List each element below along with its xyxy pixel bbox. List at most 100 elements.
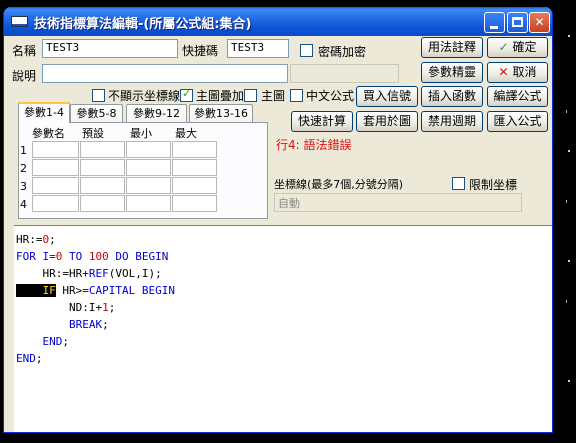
compile-label: 編譯公式 [493, 89, 542, 103]
code-line[interactable]: FOR I=0 TO 100 DO BEGIN [14, 248, 552, 265]
title-bar[interactable]: 技術指標算法編輯-(所屬公式組:集合) ✕ [4, 7, 552, 36]
checkbox-icon [244, 89, 257, 102]
header-min: 最小 [130, 127, 152, 140]
code-token: 100 [88, 250, 109, 263]
check-icon: ✓ [498, 40, 509, 54]
tab-params-1-4[interactable]: 參數1-4 [18, 102, 70, 123]
param-min-cell[interactable] [126, 177, 171, 194]
chart-dot [568, 380, 570, 382]
code-line[interactable]: ND:I+1; [14, 299, 552, 316]
app-icon [11, 16, 28, 27]
quick-calc-button[interactable]: 快速計算 [291, 111, 353, 132]
code-line[interactable]: END; [14, 350, 552, 367]
password-checkbox[interactable] [300, 43, 313, 57]
param-name-cell[interactable] [32, 195, 79, 212]
apply-to-chart-label: 套用於圖 [362, 114, 411, 128]
buy-signal-label: 買入信號 [362, 89, 411, 103]
axis-lines-field[interactable]: 自動 [274, 193, 522, 212]
param-max-cell[interactable] [172, 159, 217, 176]
param-max-cell[interactable] [172, 195, 217, 212]
param-default-cell[interactable] [80, 177, 125, 194]
checkbox-icon [180, 87, 193, 102]
error-message: 行4: 語法錯誤 [276, 138, 352, 152]
code-token: END [16, 335, 63, 348]
cancel-button[interactable]: ✕ 取消 [487, 62, 548, 83]
param-name-cell[interactable] [32, 141, 79, 158]
hide-axis-checkbox[interactable] [92, 88, 105, 102]
ok-button[interactable]: ✓ 確定 [487, 37, 548, 58]
param-min-cell[interactable] [126, 141, 171, 158]
code-token [16, 284, 30, 297]
axis-lines-label: 坐標線(最多7個,分號分隔) [274, 178, 404, 191]
code-line[interactable]: HR:=HR+REF(VOL,I); [14, 265, 552, 282]
tab-params-13-16[interactable]: 參數13-16 [189, 104, 253, 123]
insert-function-button[interactable]: 插入函數 [421, 86, 483, 107]
code-token: IF [29, 284, 56, 297]
param-name-cell[interactable] [32, 159, 79, 176]
chart-dot [566, 300, 567, 303]
chart-dot [566, 110, 567, 113]
background-chart-edge [555, 0, 576, 443]
maximize-button[interactable] [507, 12, 528, 33]
param-max-cell[interactable] [172, 141, 217, 158]
apply-to-chart-button[interactable]: 套用於圖 [356, 111, 418, 132]
code-token: ; [49, 233, 56, 246]
import-formula-button[interactable]: 匯入公式 [487, 111, 548, 132]
header-param-name: 參數名 [32, 127, 65, 140]
shortcut-label: 快捷碼 [182, 44, 219, 58]
chart-dot [568, 260, 570, 262]
maximize-icon [512, 17, 523, 27]
param-min-cell[interactable] [126, 195, 171, 212]
shortcut-field[interactable]: TEST3 [227, 39, 289, 58]
usage-notes-button[interactable]: 用法註釋 [421, 37, 483, 58]
description-field-2[interactable] [290, 64, 399, 83]
quick-calc-label: 快速計算 [297, 114, 346, 128]
param-min-cell[interactable] [126, 159, 171, 176]
formula-editor-window: 技術指標算法編輯-(所屬公式組:集合) ✕ 名稱 TEST3 快捷碼 TEST3… [3, 7, 553, 433]
param-max-cell[interactable] [172, 177, 217, 194]
param-name-cell[interactable] [32, 177, 79, 194]
checkbox-icon [452, 177, 465, 190]
limit-axis-checkbox[interactable] [452, 176, 465, 190]
minimize-button[interactable] [484, 12, 505, 33]
main-overlay-checkbox[interactable] [180, 87, 193, 102]
cancel-label: 取消 [512, 65, 537, 79]
chinese-formula-checkbox[interactable] [290, 88, 303, 102]
name-field[interactable]: TEST3 [42, 39, 178, 58]
hide-axis-label: 不顯示坐標線 [108, 89, 181, 103]
tab-params-9-12[interactable]: 參數9-12 [126, 104, 187, 123]
code-token: (VOL,I); [108, 267, 162, 280]
close-icon: ✕ [534, 15, 545, 29]
main-chart-checkbox[interactable] [244, 88, 257, 102]
disabled-periods-button[interactable]: 禁用週期 [421, 111, 483, 132]
param-default-cell[interactable] [80, 195, 125, 212]
import-formula-label: 匯入公式 [493, 114, 542, 128]
param-default-cell[interactable] [80, 159, 125, 176]
disabled-periods-label: 禁用週期 [427, 114, 476, 128]
param-default-cell[interactable] [80, 141, 125, 158]
row-number: 2 [20, 162, 27, 175]
close-button[interactable]: ✕ [529, 12, 550, 33]
chart-dot [568, 150, 570, 152]
tab-params-5-8[interactable]: 參數5-8 [70, 104, 123, 123]
code-editor[interactable]: HR:=0; FOR I=0 TO 100 DO BEGIN HR:=HR+REF… [14, 225, 552, 432]
param-wizard-button[interactable]: 參數精靈 [421, 62, 483, 83]
code-token: REF [88, 267, 109, 280]
minimize-icon [490, 26, 498, 29]
param-wizard-label: 參數精靈 [427, 65, 476, 79]
code-line[interactable]: IF HR>=CAPITAL BEGIN [14, 282, 552, 299]
main-overlay-label: 主圖疊加 [196, 89, 245, 103]
code-line[interactable]: END; [14, 333, 552, 350]
code-token: TO [62, 250, 89, 263]
buy-signal-button[interactable]: 買入信號 [356, 86, 418, 107]
description-field[interactable] [42, 64, 288, 83]
code-line[interactable]: HR:=0; [14, 231, 552, 248]
code-token: FOR I= [16, 250, 56, 263]
code-line[interactable]: BREAK; [14, 316, 552, 333]
compile-button[interactable]: 編譯公式 [487, 86, 548, 107]
chinese-formula-label: 中文公式 [306, 89, 355, 103]
name-label: 名稱 [12, 44, 37, 58]
row-number: 4 [20, 198, 27, 211]
limit-axis-label: 限制坐標 [469, 178, 518, 192]
code-token: CAPITAL BEGIN [88, 284, 175, 297]
